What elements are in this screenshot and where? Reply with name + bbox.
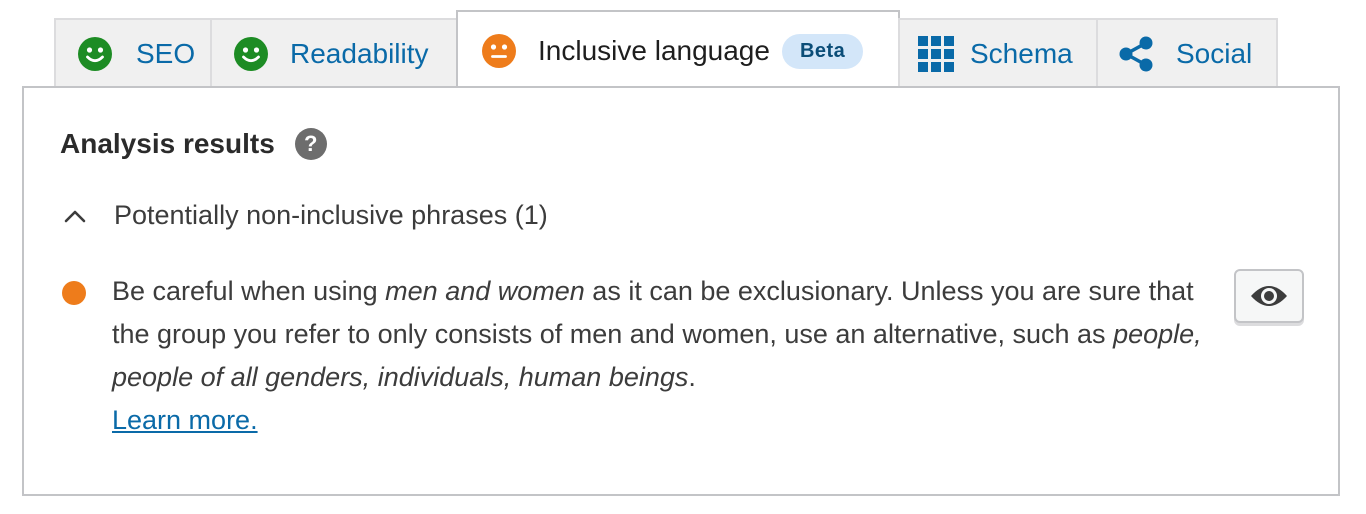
smiley-happy-icon <box>78 37 112 71</box>
tab-inclusive-language-label: Inclusive language <box>538 35 770 66</box>
learn-more-link[interactable]: Learn more. <box>112 405 258 435</box>
non-inclusive-phrases-toggle[interactable]: Potentially non-inclusive phrases (1) <box>60 200 548 231</box>
chevron-up-icon <box>64 210 86 222</box>
result-text-part: . <box>688 362 696 392</box>
tab-seo[interactable]: SEO <box>54 18 212 88</box>
tab-schema-label: Schema <box>970 38 1073 69</box>
page-title: Analysis results <box>60 128 275 159</box>
tab-readability[interactable]: Readability <box>210 18 458 88</box>
help-icon[interactable]: ? <box>294 128 327 160</box>
tab-inclusive-language[interactable]: Inclusive language Beta <box>456 10 900 90</box>
analysis-heading: Analysis results ? <box>60 128 327 160</box>
tab-seo-label: SEO <box>136 38 196 69</box>
tab-social-label: Social <box>1176 38 1253 69</box>
smiley-neutral-icon <box>482 34 516 68</box>
tab-readability-label: Readability <box>290 38 429 69</box>
tab-social[interactable]: Social <box>1096 18 1278 88</box>
section-label: Potentially non-inclusive phrases (1) <box>114 200 548 230</box>
beta-badge: Beta <box>781 33 864 69</box>
highlight-toggle-button[interactable] <box>1234 269 1304 323</box>
smiley-happy-icon <box>234 37 268 71</box>
share-icon <box>1119 36 1153 72</box>
eye-icon <box>1251 286 1287 306</box>
analysis-panel: Analysis results ? Potentially non-inclu… <box>22 86 1340 496</box>
tab-schema[interactable]: Schema <box>898 18 1098 88</box>
result-message: Be careful when using men and women as i… <box>112 270 1202 442</box>
flagged-phrase: men and women <box>385 276 585 306</box>
result-status-dot <box>62 281 86 305</box>
result-text-part: Be careful when using <box>112 276 386 306</box>
grid-icon <box>918 36 954 72</box>
